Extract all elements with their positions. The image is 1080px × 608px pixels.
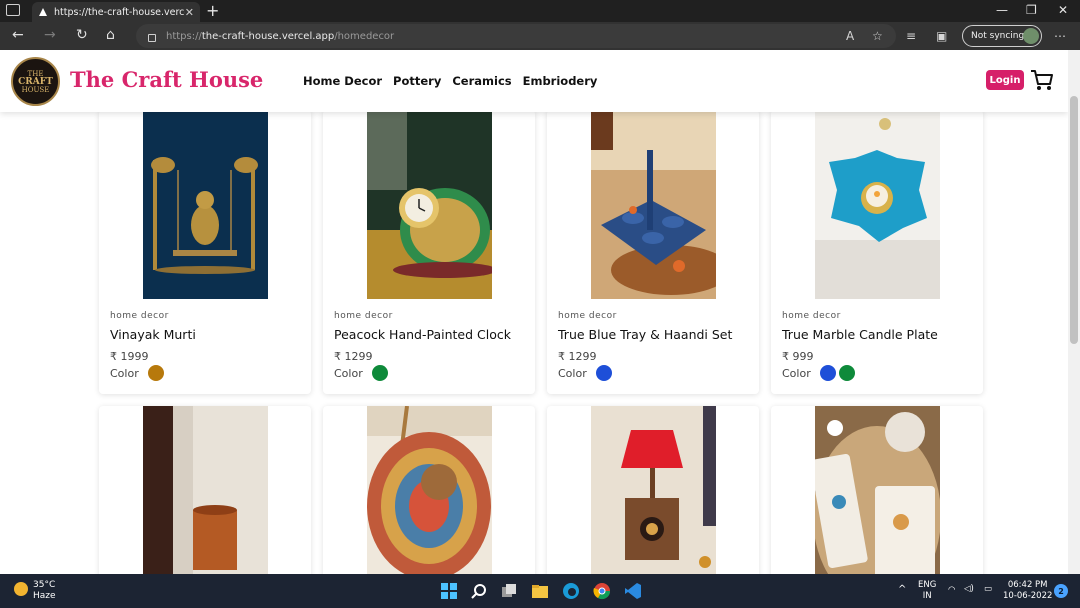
product-card[interactable] xyxy=(99,406,311,574)
product-name[interactable]: True Marble Candle Plate xyxy=(782,327,938,342)
product-price: ₹ 1299 xyxy=(558,350,597,363)
product-category: home decor xyxy=(782,311,841,321)
battery-icon[interactable]: ▭ xyxy=(984,584,992,595)
color-label: Color xyxy=(110,367,139,380)
site-logo[interactable]: THE CRAFT HOUSE xyxy=(11,57,60,106)
product-price: ₹ 1999 xyxy=(110,350,149,363)
language-indicator[interactable]: ENG IN xyxy=(918,580,936,602)
weather-icon[interactable] xyxy=(14,582,28,596)
chrome-icon[interactable] xyxy=(593,582,611,600)
brand-title[interactable]: The Craft House xyxy=(70,67,263,92)
task-view-icon[interactable] xyxy=(500,582,518,600)
lock-icon xyxy=(148,33,156,42)
notification-badge[interactable]: 2 xyxy=(1054,584,1068,598)
login-button[interactable]: Login xyxy=(986,70,1024,90)
weather-widget[interactable]: 35°C Haze xyxy=(33,580,56,602)
more-menu-icon[interactable]: ⋯ xyxy=(1054,29,1066,43)
color-swatches xyxy=(148,365,164,381)
tray-overflow-icon[interactable]: ^ xyxy=(898,584,906,595)
minimize-icon[interactable]: — xyxy=(996,3,1008,17)
browser-tab-bar: https://the-craft-house.vercel.app ✕ + —… xyxy=(0,0,1080,22)
product-card[interactable] xyxy=(323,406,535,574)
product-name[interactable]: Peacock Hand-Painted Clock xyxy=(334,327,511,342)
color-label: Color xyxy=(558,367,587,380)
page-scrollbar[interactable] xyxy=(1068,50,1080,574)
url-text: https://the-craft-house.vercel.app/homed… xyxy=(166,30,395,42)
url-field[interactable]: https://the-craft-house.vercel.app/homed… xyxy=(136,24,896,48)
product-price: ₹ 999 xyxy=(782,350,814,363)
color-swatch[interactable] xyxy=(372,365,388,381)
windows-taskbar: 35°C Haze ^ ENG IN ◠ ◁) ▭ 06:42 PM 10-06-2… xyxy=(0,574,1080,608)
browser-tab[interactable]: https://the-craft-house.vercel.app ✕ xyxy=(32,2,200,22)
color-swatch[interactable] xyxy=(596,365,612,381)
refresh-icon[interactable]: ↻ xyxy=(76,27,88,43)
product-image[interactable] xyxy=(815,110,940,299)
color-swatch[interactable] xyxy=(820,365,836,381)
product-card[interactable] xyxy=(547,406,759,574)
vscode-icon[interactable] xyxy=(624,582,642,600)
profile-sync-button[interactable]: Not syncing xyxy=(962,25,1042,47)
restore-icon[interactable]: ❐ xyxy=(1026,3,1037,17)
product-name[interactable]: Vinayak Murti xyxy=(110,327,196,342)
color-label: Color xyxy=(334,367,363,380)
product-category: home decor xyxy=(334,311,393,321)
tab-title: https://the-craft-house.vercel.app xyxy=(54,6,185,18)
profile-avatar xyxy=(1023,28,1039,44)
volume-icon[interactable]: ◁) xyxy=(964,584,974,595)
product-image[interactable] xyxy=(591,110,716,299)
windows-start-icon[interactable] xyxy=(440,582,458,600)
scrollbar-thumb[interactable] xyxy=(1070,96,1078,344)
cart-icon[interactable] xyxy=(1030,68,1054,92)
product-card[interactable]: home decor True Blue Tray & Haandi Set ₹… xyxy=(547,110,759,394)
color-swatches xyxy=(372,365,388,381)
product-category: home decor xyxy=(558,311,617,321)
nav-home-decor[interactable]: Home Decor xyxy=(303,74,382,88)
home-icon[interactable]: ⌂ xyxy=(106,27,115,43)
window-close-icon[interactable]: ✕ xyxy=(1058,3,1068,17)
page-viewport: home decor Vinayak Murti ₹ 1999 Color ho… xyxy=(0,50,1068,574)
color-label: Color xyxy=(782,367,811,380)
product-card[interactable] xyxy=(771,406,983,574)
color-swatch[interactable] xyxy=(148,365,164,381)
product-card[interactable]: home decor Peacock Hand-Painted Clock ₹ … xyxy=(323,110,535,394)
clock[interactable]: 06:42 PM 10-06-2022 xyxy=(1003,580,1052,602)
color-swatches xyxy=(596,365,612,381)
collections-icon[interactable]: ▣ xyxy=(936,29,947,43)
product-image[interactable] xyxy=(367,406,492,574)
wifi-icon[interactable]: ◠ xyxy=(948,585,955,596)
product-card[interactable]: home decor True Marble Candle Plate ₹ 99… xyxy=(771,110,983,394)
read-aloud-icon[interactable]: A xyxy=(846,29,854,43)
product-image[interactable] xyxy=(591,406,716,574)
new-tab-icon[interactable]: + xyxy=(206,1,219,20)
product-category: home decor xyxy=(110,311,169,321)
main-nav: Home Decor Pottery Ceramics Embriodery xyxy=(303,74,597,88)
product-card[interactable]: home decor Vinayak Murti ₹ 1999 Color xyxy=(99,110,311,394)
product-image[interactable] xyxy=(143,406,268,574)
color-swatch[interactable] xyxy=(839,365,855,381)
edge-browser-icon[interactable] xyxy=(562,582,580,600)
product-image[interactable] xyxy=(815,406,940,574)
product-name[interactable]: True Blue Tray & Haandi Set xyxy=(558,327,732,342)
site-favicon-icon xyxy=(39,8,47,16)
product-image[interactable] xyxy=(143,110,268,299)
product-price: ₹ 1299 xyxy=(334,350,373,363)
forward-icon[interactable]: → xyxy=(44,27,56,43)
add-favorite-icon[interactable]: ☆ xyxy=(872,29,883,43)
color-swatches xyxy=(820,365,855,381)
nav-pottery[interactable]: Pottery xyxy=(393,74,441,88)
address-bar-row: ← → ↻ ⌂ https://the-craft-house.vercel.a… xyxy=(0,22,1080,50)
site-header: THE CRAFT HOUSE The Craft House Home Dec… xyxy=(0,50,1068,112)
tab-actions-icon[interactable] xyxy=(6,4,20,16)
nav-embroidery[interactable]: Embriodery xyxy=(523,74,598,88)
tab-close-icon[interactable]: ✕ xyxy=(185,6,194,19)
nav-ceramics[interactable]: Ceramics xyxy=(452,74,511,88)
search-icon[interactable] xyxy=(470,582,488,600)
favorites-icon[interactable]: ≡ xyxy=(906,29,916,43)
back-icon[interactable]: ← xyxy=(12,27,24,43)
file-explorer-icon[interactable] xyxy=(531,582,549,600)
product-image[interactable] xyxy=(367,110,492,299)
